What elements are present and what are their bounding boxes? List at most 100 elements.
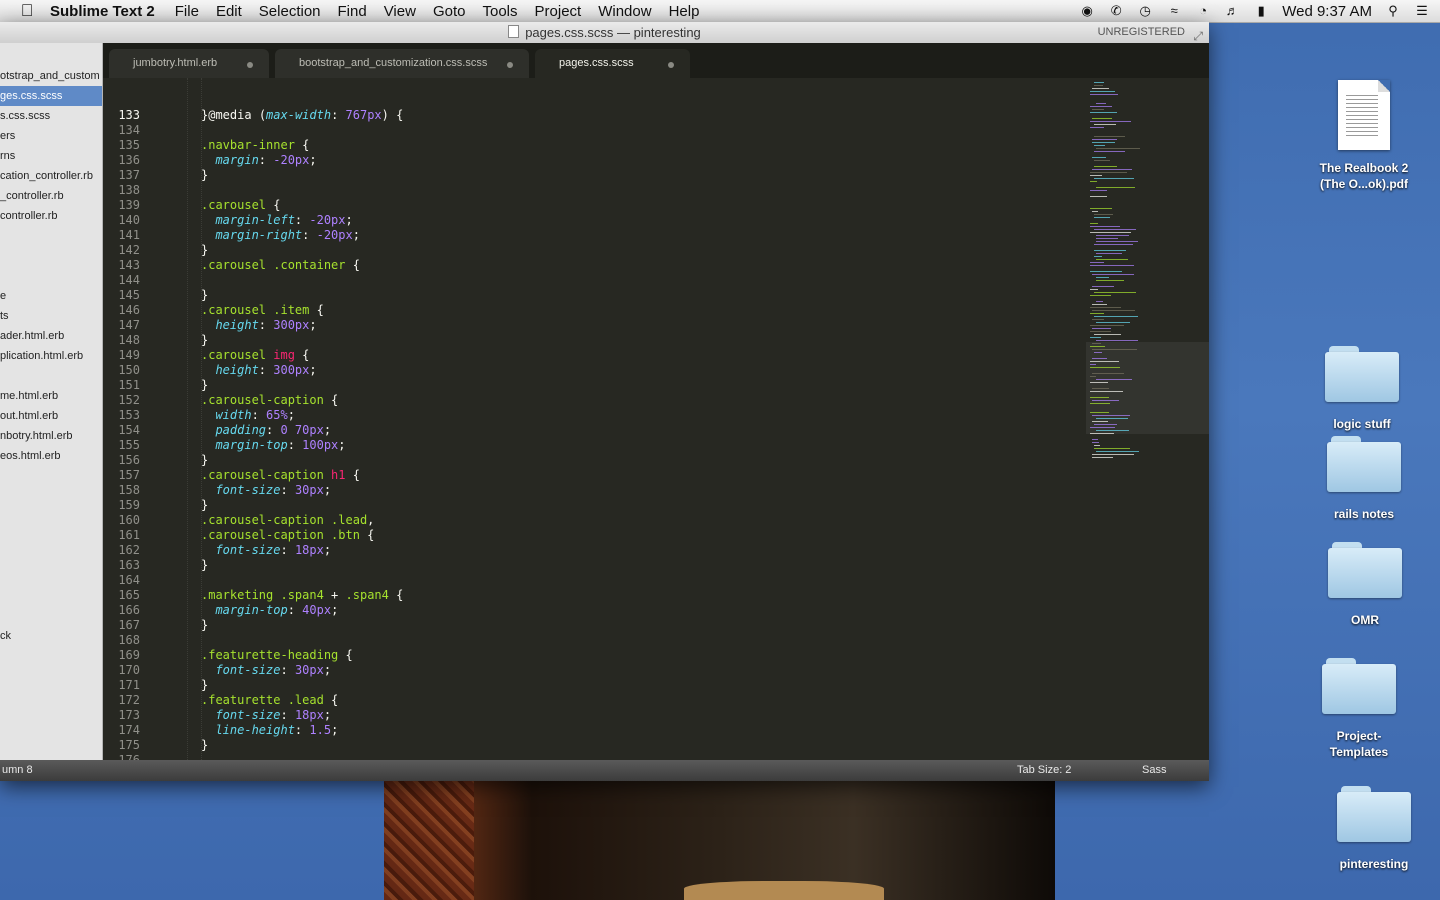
code-token: margin-right: [201, 228, 303, 242]
tab-bootstrap-and-customization[interactable]: bootstrap_and_customization.css.scss: [275, 49, 529, 78]
code-token: width: [201, 408, 252, 422]
sidebar-item[interactable]: nbotry.html.erb: [0, 426, 73, 446]
wifi-icon[interactable]: ◔: [1195, 4, 1211, 18]
minimap-line: [1090, 295, 1111, 296]
sidebar-item[interactable]: me.html.erb: [0, 386, 58, 406]
clock[interactable]: Wed 9:37 AM: [1282, 3, 1372, 20]
tab-pages-css-scss[interactable]: pages.css.scss: [535, 49, 690, 78]
minimap-line: [1092, 349, 1137, 350]
close-icon[interactable]: [507, 62, 513, 68]
tab-bar: jumbotry.html.erb bootstrap_and_customiz…: [103, 43, 1209, 78]
volume-icon[interactable]: ♬: [1224, 4, 1240, 18]
notification-center-icon[interactable]: ☰: [1414, 4, 1430, 18]
desktop-icon-project-templates[interactable]: Project-Templates: [1304, 658, 1414, 760]
code-line: .featurette .lead {: [201, 693, 338, 707]
eye-icon[interactable]: ◉: [1079, 4, 1095, 18]
sidebar-item[interactable]: e: [0, 286, 6, 306]
desktop-icon-pdf[interactable]: The Realbook 2 (The O...ok).pdf: [1309, 80, 1419, 192]
sidebar-item[interactable]: ader.html.erb: [0, 326, 64, 346]
menu-project[interactable]: Project: [535, 3, 582, 20]
desktop-icon-rails-notes[interactable]: rails notes: [1309, 436, 1419, 522]
bluetooth-icon[interactable]: ≈: [1166, 4, 1182, 18]
sidebar-item[interactable]: controller.rb: [0, 206, 57, 226]
sidebar-item[interactable]: s.css.scss: [0, 106, 50, 126]
line-number: 174: [118, 723, 140, 737]
minimap-line: [1090, 403, 1110, 404]
sidebar-item[interactable]: otstrap_and_custom: [0, 66, 100, 86]
code-line: width: 65%;: [201, 408, 295, 422]
menu-help[interactable]: Help: [669, 3, 700, 20]
code-token: -20px: [316, 228, 353, 242]
code-token: .carousel: [201, 348, 274, 362]
apple-icon[interactable]: : [18, 1, 36, 20]
tab-size-selector[interactable]: Tab Size: 2: [1017, 760, 1071, 781]
code-token: img: [273, 348, 295, 362]
sidebar-item[interactable]: _controller.rb: [0, 186, 64, 206]
line-number: 144: [118, 273, 140, 287]
minimap-line: [1096, 235, 1129, 236]
close-icon[interactable]: [247, 62, 253, 68]
code-token: -20px: [309, 213, 346, 227]
desktop-icon-omr[interactable]: OMR: [1310, 542, 1420, 628]
app-menu[interactable]: Sublime Text 2: [50, 3, 155, 20]
sidebar-item[interactable]: rns: [0, 146, 15, 166]
menu-tools[interactable]: Tools: [482, 3, 517, 20]
spotlight-icon[interactable]: ⚲: [1385, 4, 1401, 18]
minimap-line: [1092, 415, 1130, 416]
code-line: margin-top: 100px;: [201, 438, 345, 452]
minimap-line: [1090, 391, 1123, 392]
time-machine-icon[interactable]: ◷: [1137, 4, 1153, 18]
minimap-line: [1094, 145, 1105, 146]
code-token: .featurette .lead: [201, 693, 324, 707]
menu-find[interactable]: Find: [338, 3, 367, 20]
minimap-line: [1090, 289, 1098, 290]
sidebar-item[interactable]: cation_controller.rb: [0, 166, 93, 186]
minimap-line: [1092, 373, 1124, 374]
minimap-line: [1094, 82, 1104, 83]
menu-edit[interactable]: Edit: [216, 3, 242, 20]
minimap[interactable]: [1086, 78, 1209, 760]
sidebar-item[interactable]: plication.html.erb: [0, 346, 83, 366]
phone-icon[interactable]: ✆: [1108, 4, 1124, 18]
sidebar-item[interactable]: ges.css.scss: [0, 86, 102, 106]
minimap-line: [1094, 448, 1130, 449]
sidebar-item[interactable]: eos.html.erb: [0, 446, 61, 466]
code-token: {: [345, 468, 360, 482]
close-icon[interactable]: [668, 62, 674, 68]
desktop-icon-logic-stuff[interactable]: logic stuff: [1307, 346, 1417, 432]
code-token: :: [258, 318, 274, 332]
desktop-icon-pinteresting[interactable]: pinteresting: [1319, 786, 1429, 872]
desktop-icon-label: pinteresting: [1339, 857, 1409, 871]
minimap-line: [1090, 427, 1115, 428]
code-token: }: [201, 378, 209, 392]
line-number: 148: [118, 333, 140, 347]
sidebar-item[interactable]: ck: [0, 626, 11, 646]
menu-window[interactable]: Window: [598, 3, 651, 20]
menu-view[interactable]: View: [384, 3, 416, 20]
minimap-line: [1090, 172, 1127, 173]
menu-goto[interactable]: Goto: [433, 3, 466, 20]
tab-jumbotry[interactable]: jumbotry.html.erb: [109, 49, 269, 78]
code-token: .carousel-caption: [201, 468, 332, 482]
code-area[interactable]: }@media (max-width: 767px) {.navbar-inne…: [158, 78, 1086, 760]
syntax-selector[interactable]: Sass: [1142, 760, 1166, 781]
title-bar[interactable]: pages.css.scss — pinteresting UNREGISTER…: [0, 22, 1209, 44]
sidebar-item[interactable]: ts: [0, 306, 9, 326]
menu-selection[interactable]: Selection: [259, 3, 321, 20]
code-token: .navbar-inner: [201, 138, 295, 152]
sidebar-item[interactable]: ers: [0, 126, 15, 146]
minimap-line: [1094, 445, 1100, 446]
sidebar-item[interactable]: out.html.erb: [0, 406, 58, 426]
code-token: ;: [323, 483, 332, 497]
line-number: 163: [118, 558, 140, 572]
code-token: line-height: [201, 723, 295, 737]
code-line: .carousel .item {: [201, 303, 324, 317]
code-token: 40px: [302, 603, 332, 617]
tab-label: pages.css.scss: [559, 57, 634, 69]
desktop-icon-label: The Realbook 2 (The O...ok).pdf: [1319, 161, 1409, 191]
code-token: :: [294, 723, 310, 737]
code-token: height: [201, 318, 259, 332]
menu-file[interactable]: File: [175, 3, 199, 20]
code-line: font-size: 30px;: [201, 663, 331, 677]
battery-icon[interactable]: ▮: [1253, 4, 1269, 18]
